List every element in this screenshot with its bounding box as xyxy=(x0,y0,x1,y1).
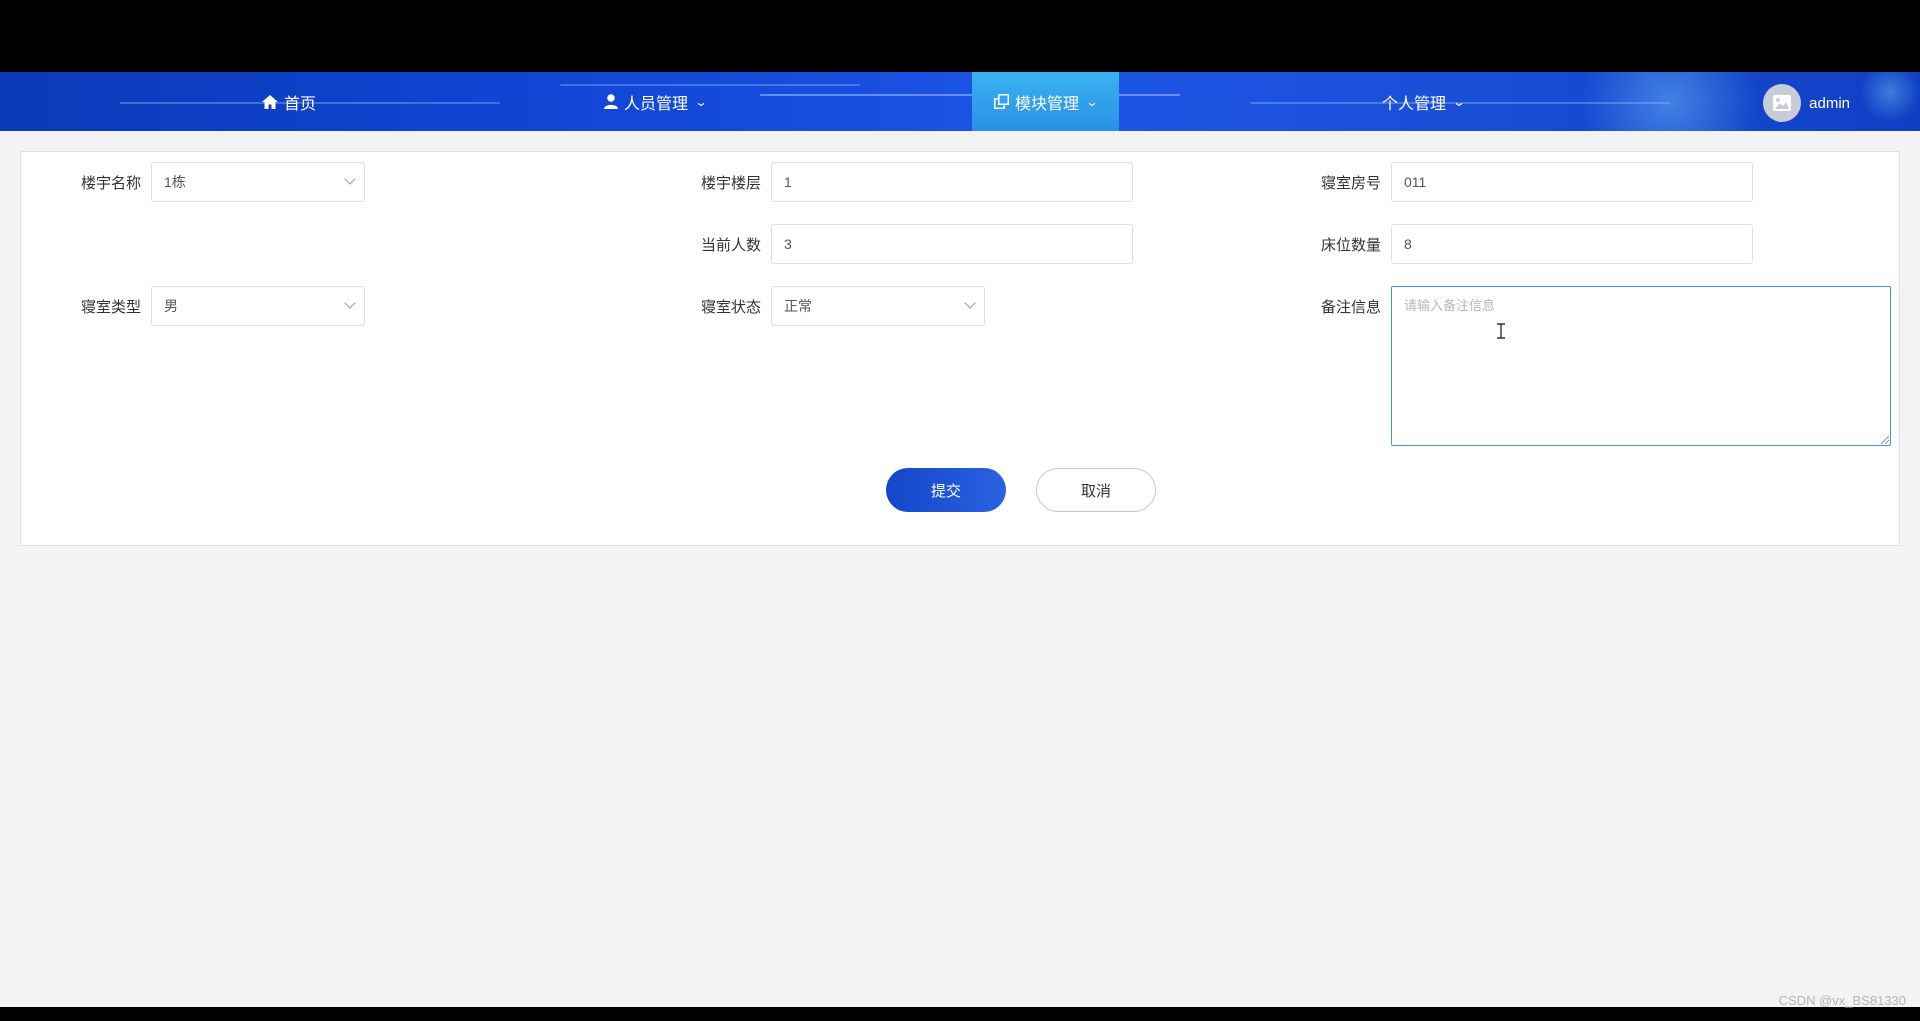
building-name-select[interactable]: 1栋 xyxy=(151,162,365,202)
chevron-down-icon xyxy=(344,173,356,185)
remarks-textarea[interactable]: 请输入备注信息 xyxy=(1391,286,1891,446)
chevron-down-icon: ⌄ xyxy=(694,94,708,109)
dorm-form-card: 楼宇名称 1栋 楼宇楼层 1 寝室房号 011 当前人数 3 床位数量 8 寝室… xyxy=(20,151,1900,546)
user-icon xyxy=(604,94,618,109)
top-navbar: 首页 人员管理 ⌄ 模块管理 ⌄ 个人管理 ⌄ admin xyxy=(0,72,1920,131)
nav-decoration xyxy=(1860,72,1920,122)
submit-button[interactable]: 提交 xyxy=(886,468,1006,512)
building-name-value: 1栋 xyxy=(164,174,186,190)
current-count-input[interactable]: 3 xyxy=(771,224,1133,264)
building-floor-input[interactable]: 1 xyxy=(771,162,1133,202)
room-no-value: 011 xyxy=(1404,174,1427,190)
text-cursor-icon xyxy=(1497,323,1505,339)
room-no-label: 寝室房号 xyxy=(1320,175,1381,192)
bottom-black-bar xyxy=(0,1007,1920,1021)
nav-modules-label: 模块管理 xyxy=(1015,95,1080,113)
remarks-label: 备注信息 xyxy=(1320,299,1381,316)
watermark: CSDN @vx_BS81330 xyxy=(1778,993,1906,1008)
avatar xyxy=(1763,84,1802,122)
room-type-label: 寝室类型 xyxy=(80,299,141,316)
current-count-label: 当前人数 xyxy=(700,237,761,254)
copy-icon xyxy=(994,94,1009,109)
username: admin xyxy=(1809,94,1850,112)
room-type-value: 男 xyxy=(164,298,178,314)
nav-home-label: 首页 xyxy=(284,95,317,113)
nav-personal[interactable]: 个人管理 ⌄ xyxy=(1382,72,1466,131)
nav-home[interactable]: 首页 xyxy=(262,72,316,131)
room-status-label: 寝室状态 xyxy=(700,299,761,316)
room-type-select[interactable]: 男 xyxy=(151,286,365,326)
chevron-down-icon xyxy=(964,297,976,309)
building-floor-value: 1 xyxy=(784,174,792,190)
bed-count-value: 8 xyxy=(1404,236,1412,252)
nav-personnel[interactable]: 人员管理 ⌄ xyxy=(604,72,708,131)
bed-count-input[interactable]: 8 xyxy=(1391,224,1753,264)
nav-personnel-label: 人员管理 xyxy=(624,95,689,113)
main-content: 楼宇名称 1栋 楼宇楼层 1 寝室房号 011 当前人数 3 床位数量 8 寝室… xyxy=(0,131,1920,1007)
room-status-value: 正常 xyxy=(784,298,812,314)
building-floor-label: 楼宇楼层 xyxy=(700,175,761,192)
image-icon xyxy=(1773,95,1792,111)
user-menu[interactable]: admin xyxy=(1763,84,1850,122)
chevron-down-icon xyxy=(344,297,356,309)
nav-decoration xyxy=(1560,72,1780,131)
nav-personal-label: 个人管理 xyxy=(1382,95,1447,113)
room-no-input[interactable]: 011 xyxy=(1391,162,1753,202)
resize-handle[interactable] xyxy=(1881,436,1889,444)
current-count-value: 3 xyxy=(784,236,792,252)
building-name-label: 楼宇名称 xyxy=(80,175,141,192)
home-icon xyxy=(262,94,278,109)
remarks-placeholder: 请输入备注信息 xyxy=(1404,298,1496,313)
room-status-select[interactable]: 正常 xyxy=(771,286,985,326)
top-black-bar xyxy=(0,0,1920,72)
cancel-button[interactable]: 取消 xyxy=(1036,468,1156,512)
chevron-down-icon: ⌄ xyxy=(1085,94,1099,109)
nav-modules[interactable]: 模块管理 ⌄ xyxy=(972,72,1120,131)
bed-count-label: 床位数量 xyxy=(1320,237,1381,254)
chevron-down-icon: ⌄ xyxy=(1452,94,1466,109)
